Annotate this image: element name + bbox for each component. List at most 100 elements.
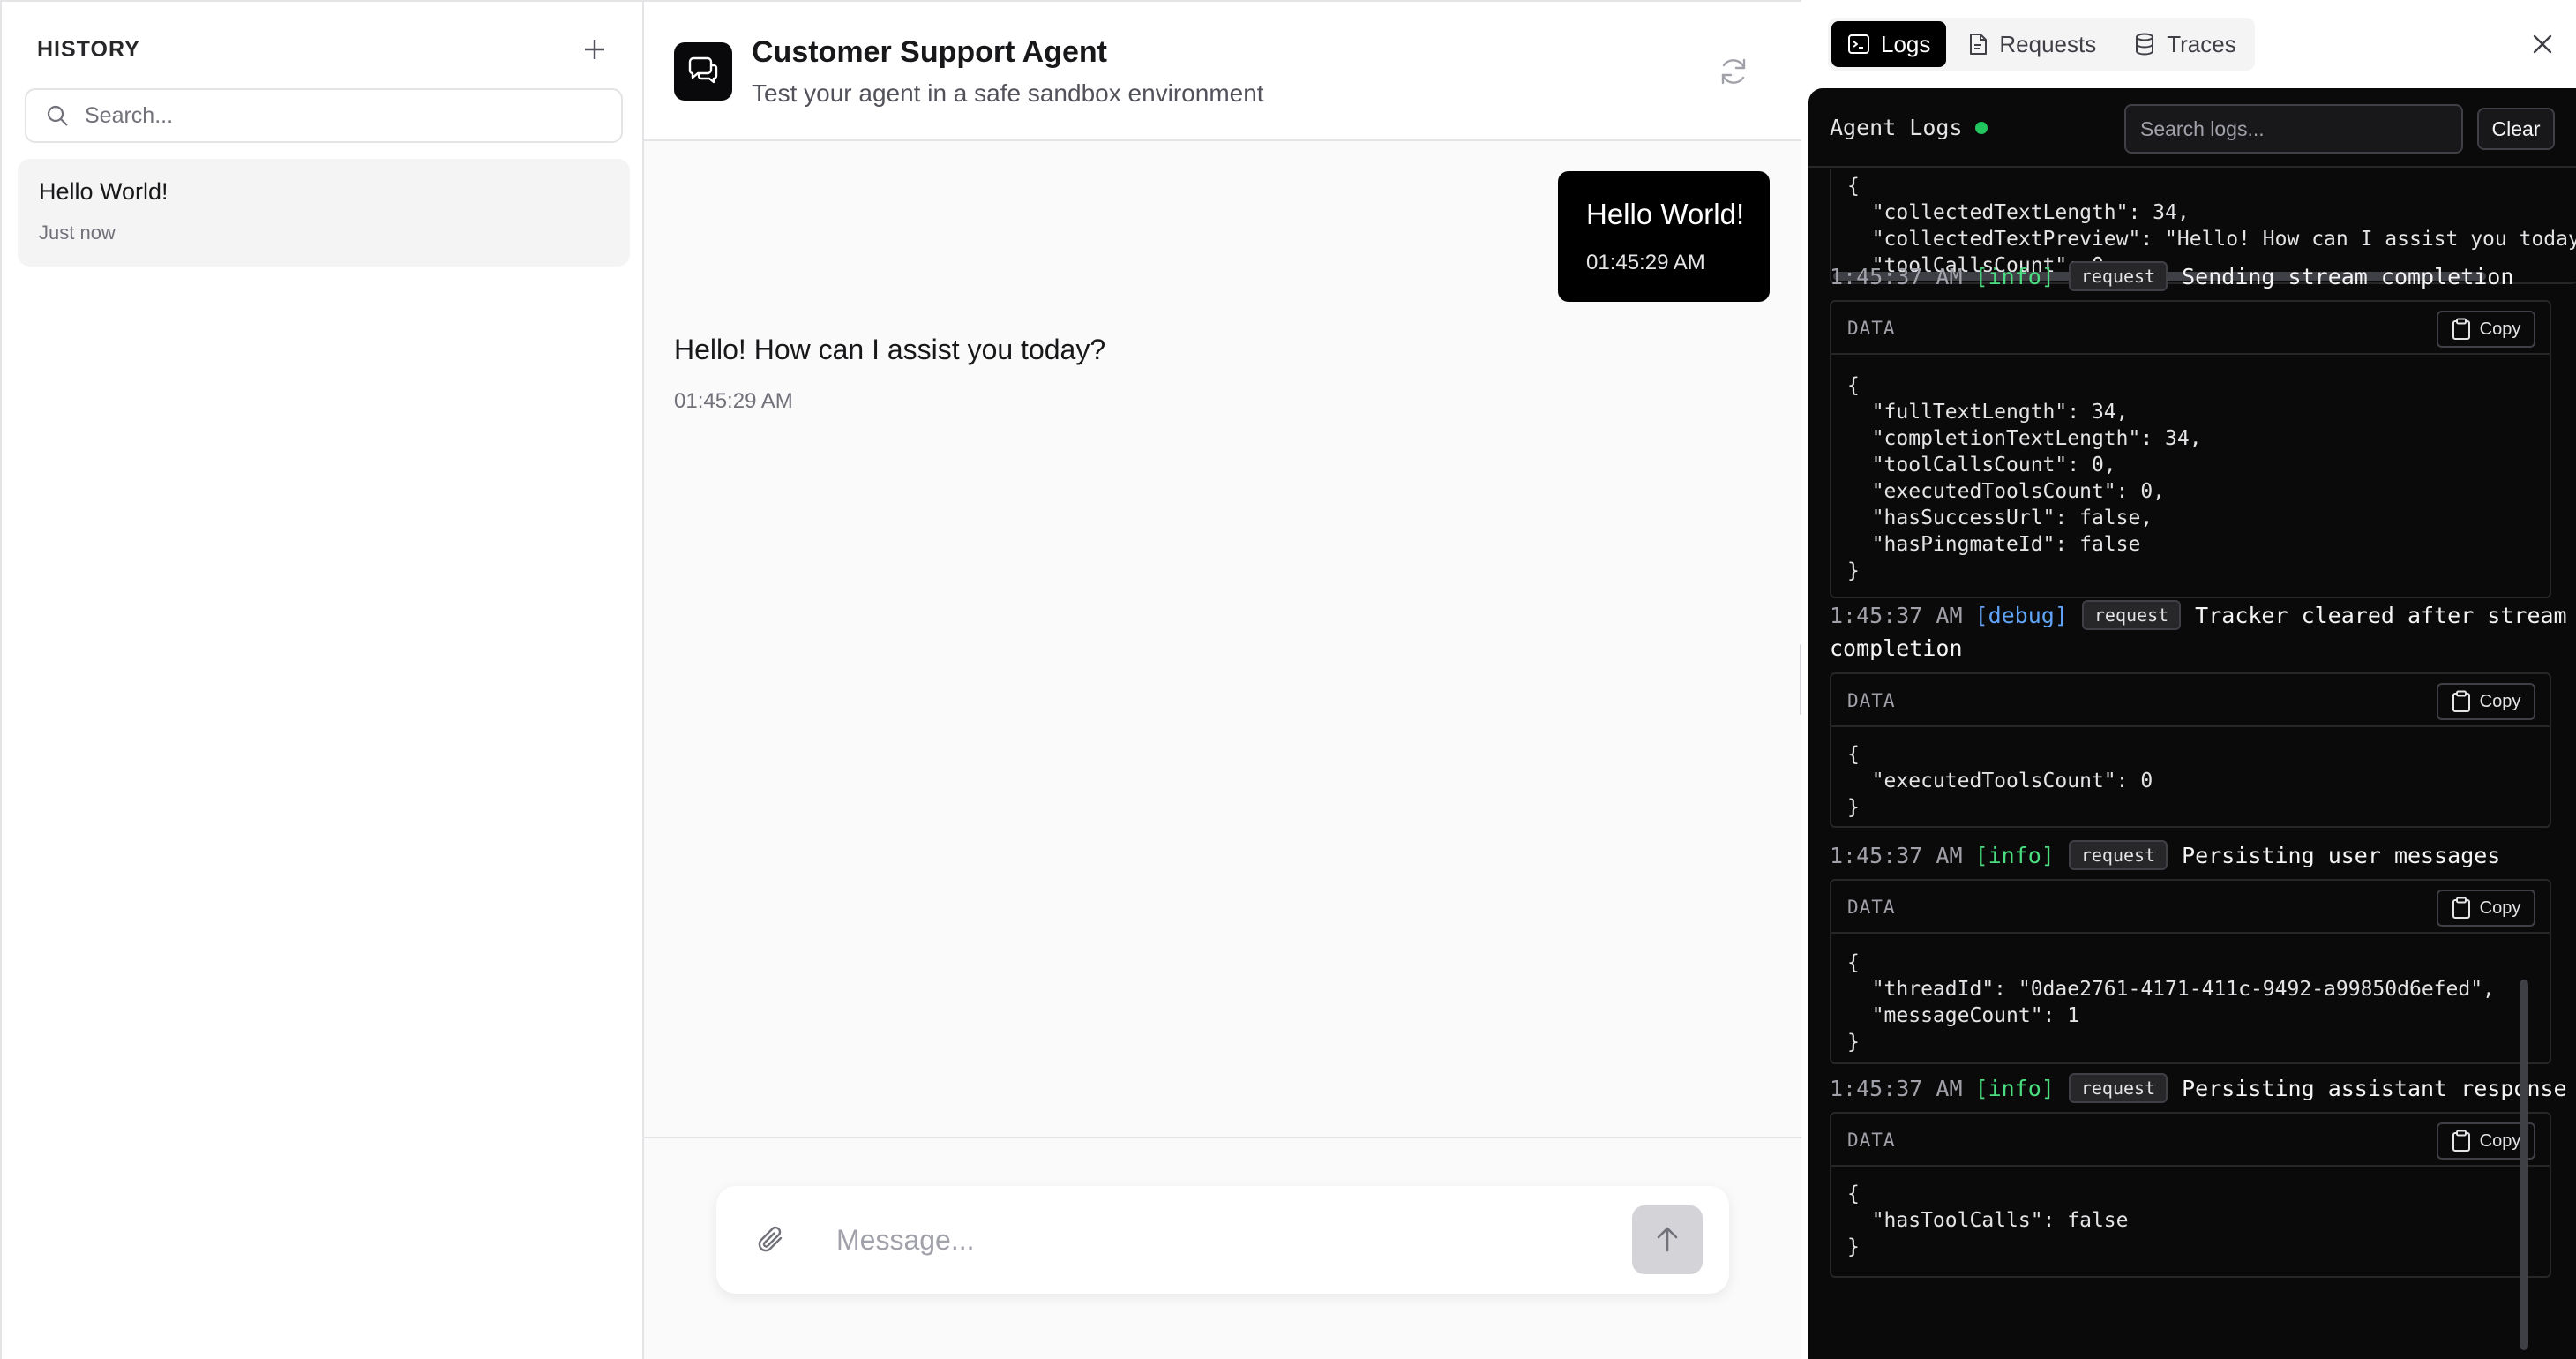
chat-header: Customer Support Agent Test your agent i… — [644, 2, 1801, 141]
copy-button[interactable]: Copy — [2437, 311, 2535, 348]
tab-traces-label: Traces — [2167, 30, 2236, 57]
log-data-block: DATA Copy { "executedToolsCount": 0 } — [1830, 672, 2551, 828]
history-sidebar: HISTORY Hello World! Just now — [0, 0, 644, 1359]
file-icon — [1970, 34, 1988, 55]
log-data-block: DATA Copy { "threadId": "0dae2761-4171-4… — [1830, 879, 2551, 1064]
log-message: Sending stream completion — [2182, 263, 2514, 289]
log-timestamp: 1:45:37 AM — [1830, 1075, 1963, 1101]
user-message-time: 01:45:29 AM — [1586, 251, 1705, 274]
assistant-message-time: 01:45:29 AM — [674, 389, 793, 413]
log-message: Persisting assistant response — [2182, 1075, 2567, 1101]
log-level: [debug] — [1974, 602, 2068, 628]
message-input[interactable] — [836, 1213, 1542, 1267]
tab-requests-label: Requests — [1999, 30, 2097, 57]
copy-label: Copy — [2479, 1130, 2521, 1151]
log-message-continued: completion — [1830, 635, 1963, 661]
log-tag: request — [2068, 1073, 2168, 1103]
history-search — [25, 88, 623, 143]
history-search-input[interactable] — [85, 102, 596, 129]
clipboard-icon — [2452, 318, 2470, 340]
log-terminal: Agent Logs Clear { "collectedTextLength"… — [1808, 88, 2576, 1359]
log-terminal-header: Agent Logs Clear — [1808, 88, 2576, 168]
attach-button[interactable] — [752, 1220, 792, 1260]
composer — [716, 1186, 1729, 1294]
chat-panel: Customer Support Agent Test your agent i… — [644, 0, 1801, 1359]
log-level: [info] — [1974, 1075, 2055, 1101]
tab-logs-label: Logs — [1881, 30, 1931, 57]
log-entry: 1:45:37 AM [info] request Persisting use… — [1830, 840, 2500, 870]
agent-avatar — [674, 42, 732, 101]
log-entry: 1:45:37 AM [info] request Persisting ass… — [1830, 1073, 2567, 1103]
send-button[interactable] — [1632, 1205, 1703, 1274]
copy-button[interactable]: Copy — [2437, 683, 2535, 720]
history-header: HISTORY — [37, 34, 610, 65]
refresh-icon — [1721, 58, 1746, 85]
tab-logs[interactable]: Logs — [1831, 21, 1947, 67]
log-entry: 1:45:37 AM [debug] request Tracker clear… — [1830, 600, 2567, 630]
tab-traces[interactable]: Traces — [2117, 21, 2252, 67]
close-panel-button[interactable] — [2525, 26, 2560, 62]
clear-logs-button[interactable]: Clear — [2477, 108, 2555, 150]
data-label: DATA — [1847, 897, 1896, 918]
history-item-title: Hello World! — [39, 178, 168, 205]
copy-label: Copy — [2479, 897, 2521, 918]
copy-label: Copy — [2479, 691, 2521, 711]
history-title: HISTORY — [37, 36, 140, 62]
composer-area — [644, 1137, 1801, 1359]
log-tag: request — [2068, 840, 2168, 870]
log-data-code: { "fullTextLength": 34, "completionTextL… — [1847, 374, 2202, 582]
tab-requests[interactable]: Requests — [1951, 21, 2112, 67]
copy-label: Copy — [2479, 319, 2521, 339]
log-data-header: DATA Copy — [1831, 674, 2550, 727]
agent-subtitle: Test your agent in a safe sandbox enviro… — [752, 79, 1264, 107]
status-dot — [1974, 121, 1988, 134]
log-vertical-scrollbar[interactable] — [2520, 980, 2528, 1350]
agent-name: Customer Support Agent — [752, 35, 1107, 69]
chat-bubbles-icon — [688, 56, 718, 84]
log-timestamp: 1:45:37 AM — [1830, 842, 1963, 868]
terminal-icon — [1848, 34, 1869, 54]
logs-panel: Logs Requests Traces Agent Logs Clear { … — [1801, 0, 2576, 1359]
log-data-header: DATA Copy — [1831, 881, 2550, 934]
log-tag: request — [2068, 261, 2168, 291]
log-level: [info] — [1974, 842, 2055, 868]
logs-tabs: Logs Requests Traces — [1828, 18, 2255, 71]
history-item[interactable]: Hello World! Just now — [18, 159, 630, 267]
search-icon — [47, 105, 68, 126]
plus-icon — [585, 40, 604, 59]
refresh-button[interactable] — [1715, 53, 1752, 90]
data-label: DATA — [1847, 1130, 1896, 1151]
agent-logs-title: Agent Logs — [1830, 115, 1988, 140]
data-label: DATA — [1847, 690, 1896, 711]
log-data-code: { "hasToolCalls": false } — [1847, 1183, 2129, 1258]
data-label: DATA — [1847, 318, 1896, 339]
user-message: Hello World! 01:45:29 AM — [1558, 171, 1770, 302]
log-data-header: DATA Copy — [1831, 302, 2550, 355]
log-message-wrap: completion — [1830, 635, 1963, 661]
log-timestamp: 1:45:37 AM — [1830, 602, 1963, 628]
clipboard-icon — [2452, 690, 2470, 712]
arrow-up-icon — [1657, 1227, 1678, 1252]
log-list[interactable]: { "collectedTextLength": 34, "collectedT… — [1808, 169, 2576, 1359]
agent-logs-title-text: Agent Logs — [1830, 115, 1963, 140]
log-message: Tracker cleared after stream — [2195, 602, 2567, 628]
history-item-time: Just now — [39, 221, 116, 244]
log-message: Persisting user messages — [2182, 842, 2501, 868]
log-level: [info] — [1974, 263, 2055, 289]
log-data-block: DATA Copy { "fullTextLength": 34, "compl… — [1830, 300, 2551, 598]
copy-button[interactable]: Copy — [2437, 890, 2535, 927]
close-icon — [2533, 34, 2552, 54]
log-tag: request — [2081, 600, 2182, 630]
clipboard-icon — [2452, 897, 2470, 919]
log-data-header: DATA Copy — [1831, 1114, 2550, 1167]
paperclip-icon — [758, 1226, 783, 1252]
log-search-input[interactable] — [2124, 104, 2463, 154]
user-message-text: Hello World! — [1586, 198, 1745, 230]
log-data-block: DATA Copy { "hasToolCalls": false } — [1830, 1112, 2551, 1278]
database-icon — [2136, 33, 2154, 56]
assistant-message: Hello! How can I assist you today? 01:45… — [674, 334, 1105, 414]
new-chat-button[interactable] — [579, 34, 610, 65]
log-entry: 1:45:37 AM [info] request Sending stream… — [1830, 261, 2513, 291]
log-data-code: { "threadId": "0dae2761-4171-411c-9492-a… — [1847, 951, 2495, 1054]
log-data-code: { "executedToolsCount": 0 } — [1847, 743, 2153, 819]
